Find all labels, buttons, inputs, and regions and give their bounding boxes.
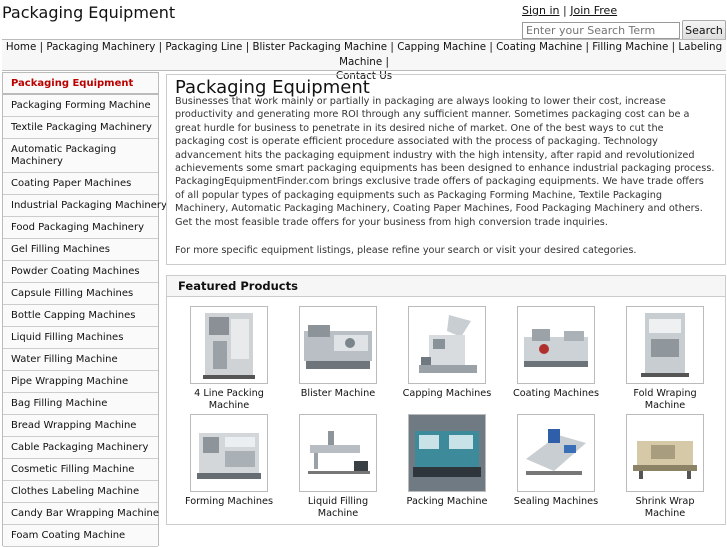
coating-machine-icon[interactable] (517, 306, 595, 384)
product-card[interactable]: Sealing Machines (511, 414, 601, 508)
product-card[interactable]: 4 Line Packing Machine (184, 306, 274, 412)
sidebar-item-packaging-forming-machine[interactable]: Packaging Forming Machine (3, 95, 158, 117)
nav-separator: | (245, 41, 250, 53)
nav-home[interactable]: Home (6, 41, 36, 53)
refine-text: For more specific equipment listings, pl… (175, 245, 637, 256)
sidebar-item-pipe-wrapping-machine[interactable]: Pipe Wrapping Machine (3, 371, 158, 393)
nav-separator: | (39, 41, 44, 53)
nav-separator: | (585, 41, 590, 53)
product-label[interactable]: Sealing Machines (511, 496, 601, 508)
sidebar-item-bag-filling-machine[interactable]: Bag Filling Machine (3, 393, 158, 415)
product-card[interactable]: Coating Machines (511, 306, 601, 400)
site-title: Packaging Equipment (2, 3, 176, 22)
fold-wrapping-machine-icon[interactable] (626, 306, 704, 384)
search-button[interactable]: Search (682, 20, 726, 41)
product-label[interactable]: Blister Machine (293, 388, 383, 400)
nav-capping-machine[interactable]: Capping Machine (397, 41, 486, 53)
forming-machine-icon[interactable] (190, 414, 268, 492)
capping-machine-icon[interactable] (408, 306, 486, 384)
product-card[interactable]: Forming Machines (184, 414, 274, 508)
sidebar: Packaging Equipment Packaging Forming Ma… (2, 72, 167, 547)
auth-links: Sign in | Join Free (522, 4, 617, 17)
nav-separator: | (671, 41, 676, 53)
sidebar-item-textile-packaging-machinery[interactable]: Textile Packaging Machinery (3, 117, 158, 139)
product-card[interactable]: Liquid Filling Machine (293, 414, 383, 520)
nav-filling-machine[interactable]: Filling Machine (592, 41, 668, 53)
product-card[interactable]: Packing Machine (402, 414, 492, 508)
featured-products: Featured Products 4 Line Packing Machine… (166, 275, 726, 525)
featured-heading: Featured Products (167, 276, 725, 297)
top-nav: Home | Packaging Machinery | Packaging L… (2, 39, 726, 82)
sidebar-item-coating-paper-machines[interactable]: Coating Paper Machines (3, 173, 158, 195)
blister-machine-icon[interactable] (299, 306, 377, 384)
sidebar-item-industrial-packaging-machinery[interactable]: Industrial Packaging Machinery (3, 195, 167, 217)
nav-coating-machine[interactable]: Coating Machine (496, 41, 582, 53)
intro-panel: Packaging Equipment Businesses that work… (166, 74, 726, 265)
sign-in-link[interactable]: Sign in (522, 4, 560, 17)
search-input[interactable] (522, 22, 680, 39)
sidebar-item-capsule-filling-machines[interactable]: Capsule Filling Machines (3, 283, 158, 305)
sidebar-item-water-filling-machine[interactable]: Water Filling Machine (3, 349, 158, 371)
product-label[interactable]: Capping Machines (402, 388, 492, 400)
product-label[interactable]: Liquid Filling Machine (293, 496, 383, 520)
liquid-filling-machine-icon[interactable] (299, 414, 377, 492)
nav-separator: | (158, 41, 163, 53)
auth-separator: | (563, 4, 567, 17)
product-label[interactable]: Forming Machines (184, 496, 274, 508)
sealing-machine-icon[interactable] (517, 414, 595, 492)
product-label[interactable]: Packing Machine (402, 496, 492, 508)
sidebar-item-liquid-filling-machines[interactable]: Liquid Filling Machines (3, 327, 158, 349)
sidebar-item-bread-wrapping-machine[interactable]: Bread Wrapping Machine (3, 415, 158, 437)
sidebar-item-cable-packaging-machinery[interactable]: Cable Packaging Machinery (3, 437, 158, 459)
product-label[interactable]: 4 Line Packing Machine (184, 388, 274, 412)
join-free-link[interactable]: Join Free (570, 4, 617, 17)
sidebar-item-candy-bar-wrapping-machine[interactable]: Candy Bar Wrapping Machine (3, 503, 159, 525)
shrink-wrap-machine-icon[interactable] (626, 414, 704, 492)
nav-separator: | (385, 55, 389, 68)
nav-blister-packaging-machine[interactable]: Blister Packaging Machine (252, 41, 387, 53)
product-label[interactable]: Coating Machines (511, 388, 601, 400)
sidebar-item-foam-coating-machine[interactable]: Foam Coating Machine (3, 525, 158, 547)
intro-text: Businesses that work mainly or partially… (175, 96, 715, 228)
sidebar-item-food-packaging-machinery[interactable]: Food Packaging Machinery (3, 217, 158, 239)
sidebar-item-automatic-packaging-machinery[interactable]: Automatic Packaging Machinery (3, 139, 158, 173)
sidebar-item-packaging-equipment[interactable]: Packaging Equipment (3, 73, 158, 95)
sidebar-item-bottle-capping-machines[interactable]: Bottle Capping Machines (3, 305, 158, 327)
nav-packaging-machinery[interactable]: Packaging Machinery (46, 41, 155, 53)
nav-packaging-line[interactable]: Packaging Line (165, 41, 242, 53)
product-card[interactable]: Fold Wraping Machine (620, 306, 710, 412)
nav-separator: | (489, 41, 493, 53)
sidebar-item-gel-filling-machines[interactable]: Gel Filling Machines (3, 239, 158, 261)
product-label[interactable]: Shrink Wrap Machine (620, 496, 710, 520)
sidebar-item-cosmetic-filling-machine[interactable]: Cosmetic Filling Machine (3, 459, 158, 481)
packing-machine-icon[interactable] (408, 414, 486, 492)
product-card[interactable]: Capping Machines (402, 306, 492, 400)
sidebar-item-clothes-labeling-machine[interactable]: Clothes Labeling Machine (3, 481, 158, 503)
sidebar-item-powder-coating-machines[interactable]: Powder Coating Machines (3, 261, 158, 283)
product-card[interactable]: Blister Machine (293, 306, 383, 400)
vertical-packing-machine-icon[interactable] (190, 306, 268, 384)
product-card[interactable]: Shrink Wrap Machine (620, 414, 710, 520)
product-label[interactable]: Fold Wraping Machine (620, 388, 710, 412)
nav-separator: | (390, 41, 394, 53)
